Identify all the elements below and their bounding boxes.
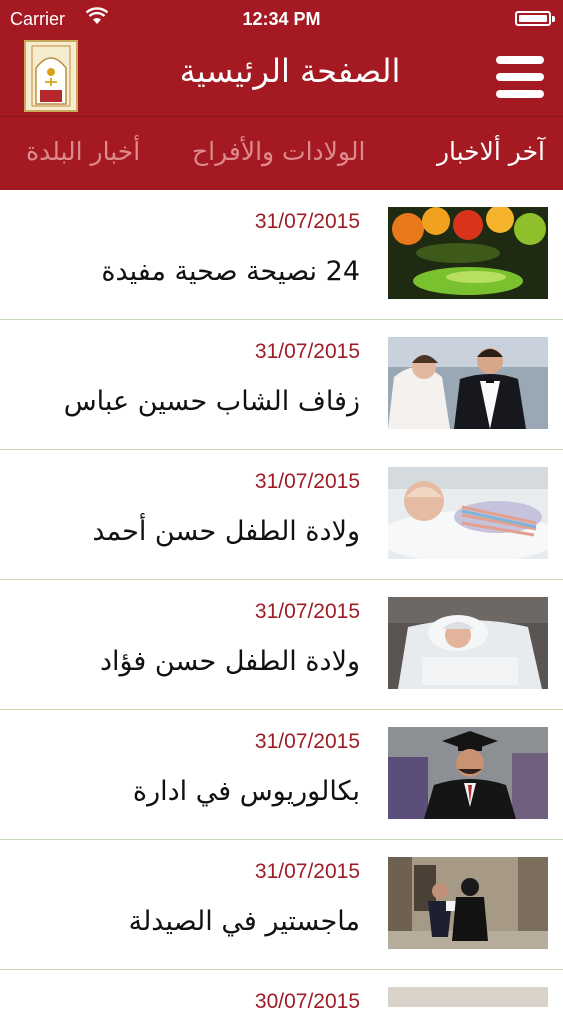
navigation-bar: الصفحة الرئيسية [0, 38, 563, 116]
status-bar: Carrier 12:34 PM [0, 0, 563, 38]
news-item[interactable]: 31/07/2015 24 نصيحة صحية مفيدة [0, 190, 563, 320]
newborn-baby-photo [388, 597, 548, 689]
tab-births-weddings[interactable]: الولادات والأفراح [192, 137, 365, 166]
news-item[interactable]: 31/07/2015 بكالوريوس في ادارة [0, 710, 563, 840]
news-item[interactable]: 31/07/2015 ولادة الطفل حسن أحمد [0, 450, 563, 580]
tab-town-news[interactable]: أخبار البلدة [26, 137, 140, 166]
page-title: الصفحة الرئيسية [179, 52, 401, 90]
news-date: 31/07/2015 [254, 210, 360, 233]
news-title: بكالوريوس في ادارة [132, 776, 360, 807]
news-date: 31/07/2015 [254, 470, 360, 493]
news-date: 30/07/2015 [254, 990, 360, 1013]
battery-icon [515, 11, 555, 26]
town-logo-icon [24, 40, 78, 112]
news-title: ماجستير في الصيدلة [128, 906, 360, 937]
news-date: 31/07/2015 [254, 730, 360, 753]
news-thumbnail [388, 987, 548, 1007]
news-item[interactable]: 30/07/2015 [0, 970, 563, 1013]
news-title: زفاف الشاب حسين عباس [63, 386, 360, 417]
hamburger-menu-icon[interactable] [496, 56, 544, 98]
wedding-couple-photo [388, 337, 548, 429]
graduation-couple-photo [388, 857, 548, 949]
news-title: ولادة الطفل حسن فؤاد [99, 646, 360, 677]
news-item[interactable]: 31/07/2015 ماجستير في الصيدلة [0, 840, 563, 970]
news-title: ولادة الطفل حسن أحمد [92, 516, 360, 547]
tab-latest-news[interactable]: آخر ألاخبار [437, 137, 545, 166]
news-item[interactable]: 31/07/2015 زفاف الشاب حسين عباس [0, 320, 563, 450]
category-tabs: أخبار البلدة الولادات والأفراح آخر ألاخب… [0, 116, 563, 190]
news-list: 31/07/2015 24 نصيحة صحية مفيدة 31/07/201… [0, 190, 563, 1013]
newborn-baby-photo [388, 467, 548, 559]
news-date: 31/07/2015 [254, 340, 360, 363]
news-date: 31/07/2015 [254, 600, 360, 623]
news-item[interactable]: 31/07/2015 ولادة الطفل حسن فؤاد [0, 580, 563, 710]
status-time: 12:34 PM [242, 9, 321, 29]
news-title: 24 نصيحة صحية مفيدة [101, 256, 360, 287]
graduate-photo [388, 727, 548, 819]
fruits-photo [388, 207, 548, 299]
news-date: 31/07/2015 [254, 860, 360, 883]
